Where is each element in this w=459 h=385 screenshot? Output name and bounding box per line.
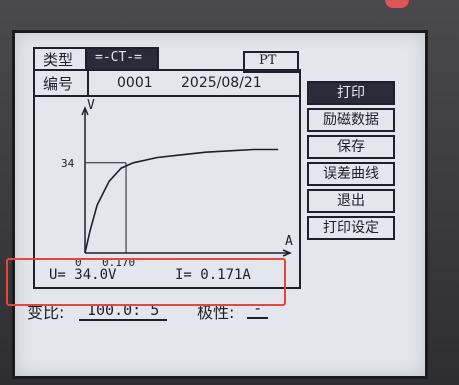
test-date: 2025/08/21 <box>181 75 262 91</box>
id-label: 编号 <box>43 75 74 93</box>
y-axis-label: V <box>87 98 95 113</box>
excitation-data-button[interactable]: 励磁数据 <box>307 108 395 132</box>
error-curve-button[interactable]: 误差曲线 <box>307 162 395 186</box>
print-button[interactable]: 打印 <box>307 81 395 105</box>
lcd-screen: 类型 =-CT-= PT 编号 0001 2025/08/21 V A 0 34 0.1… <box>12 30 428 379</box>
y-tick-label: 34 <box>61 157 75 170</box>
id-value: 0001 <box>117 75 153 91</box>
exit-button[interactable]: 退出 <box>307 189 395 213</box>
x-axis-label: A <box>285 234 293 249</box>
ratio-highlight-box <box>6 258 286 306</box>
id-label-cell: 编号 <box>33 69 89 97</box>
mode-ct-tab[interactable]: =-CT-= <box>85 47 159 71</box>
save-button[interactable]: 保存 <box>307 135 395 159</box>
excitation-curve <box>84 148 279 254</box>
print-settings-button[interactable]: 打印设定 <box>307 216 395 240</box>
type-label-cell: 类型 <box>33 47 89 71</box>
type-label: 类型 <box>43 51 74 69</box>
mode-value: =-CT-= <box>95 50 142 65</box>
excitation-chart: VA0340.170 <box>61 98 293 269</box>
pt-label: PT <box>259 53 277 68</box>
